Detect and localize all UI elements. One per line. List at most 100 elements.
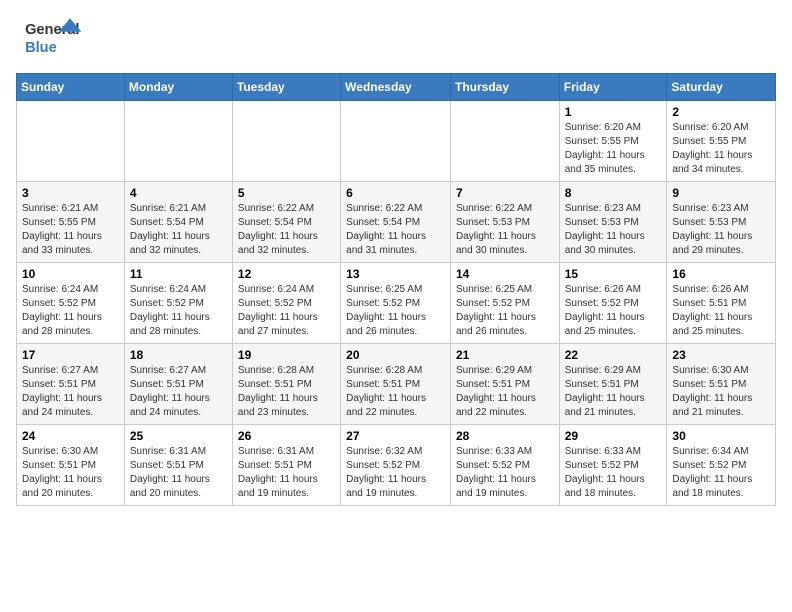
weekday-header-sunday: Sunday [17, 74, 125, 101]
day-info: Sunrise: 6:20 AM Sunset: 5:55 PM Dayligh… [672, 121, 770, 177]
calendar-week-row: 24Sunrise: 6:30 AM Sunset: 5:51 PM Dayli… [17, 425, 776, 506]
logo-icon: General Blue [16, 16, 96, 61]
calendar-cell: 12 Sunrise: 6:24 AM Sunset: 5:52 PM Dayli… [232, 263, 340, 344]
calendar-cell: 15 Sunrise: 6:26 AM Sunset: 5:52 PM Dayli… [559, 263, 667, 344]
calendar-cell: 20 Sunrise: 6:28 AM Sunset: 5:51 PM Dayli… [341, 344, 451, 425]
calendar-cell: 17 Sunrise: 6:27 AM Sunset: 5:51 PM Dayli… [17, 344, 125, 425]
day-info: Sunrise: 6:22 AM Sunset: 5:54 PM Dayligh… [346, 202, 445, 258]
calendar-cell [17, 101, 125, 182]
day-info: Sunrise: 6:27 AM Sunset: 5:51 PM Dayligh… [22, 364, 119, 420]
calendar-cell: 10 Sunrise: 6:24 AM Sunset: 5:52 PM Dayli… [17, 263, 125, 344]
calendar-cell [232, 101, 340, 182]
calendar-week-row: 1 Sunrise: 6:20 AM Sunset: 5:55 PM Daylig… [17, 101, 776, 182]
calendar-cell: 1 Sunrise: 6:20 AM Sunset: 5:55 PM Daylig… [559, 101, 667, 182]
weekday-header-row: SundayMondayTuesdayWednesdayThursdayFrid… [17, 74, 776, 101]
calendar-cell: 22Sunrise: 6:29 AM Sunset: 5:51 PM Dayli… [559, 344, 667, 425]
day-info: Sunrise: 6:26 AM Sunset: 5:52 PM Dayligh… [565, 283, 662, 339]
day-info: Sunrise: 6:33 AM Sunset: 5:52 PM Dayligh… [456, 445, 554, 501]
day-info: Sunrise: 6:22 AM Sunset: 5:54 PM Dayligh… [238, 202, 335, 258]
day-number: 12 [238, 267, 335, 281]
day-info: Sunrise: 6:25 AM Sunset: 5:52 PM Dayligh… [456, 283, 554, 339]
day-info: Sunrise: 6:21 AM Sunset: 5:54 PM Dayligh… [130, 202, 227, 258]
day-number: 28 [456, 429, 554, 443]
day-number: 15 [565, 267, 662, 281]
calendar-cell: 30Sunrise: 6:34 AM Sunset: 5:52 PM Dayli… [667, 425, 776, 506]
calendar-cell: 13 Sunrise: 6:25 AM Sunset: 5:52 PM Dayli… [341, 263, 451, 344]
calendar-cell: 24Sunrise: 6:30 AM Sunset: 5:51 PM Dayli… [17, 425, 125, 506]
calendar-cell: 9Sunrise: 6:23 AM Sunset: 5:53 PM Daylig… [667, 182, 776, 263]
calendar-cell: 18 Sunrise: 6:27 AM Sunset: 5:51 PM Dayli… [124, 344, 232, 425]
day-number: 6 [346, 186, 445, 200]
day-number: 7 [456, 186, 554, 200]
day-number: 26 [238, 429, 335, 443]
calendar-cell: 25 Sunrise: 6:31 AM Sunset: 5:51 PM Dayli… [124, 425, 232, 506]
day-number: 2 [672, 105, 770, 119]
day-info: Sunrise: 6:28 AM Sunset: 5:51 PM Dayligh… [238, 364, 335, 420]
page-header: General Blue [16, 16, 776, 61]
day-info: Sunrise: 6:33 AM Sunset: 5:52 PM Dayligh… [565, 445, 662, 501]
calendar-cell: 6 Sunrise: 6:22 AM Sunset: 5:54 PM Daylig… [341, 182, 451, 263]
day-info: Sunrise: 6:31 AM Sunset: 5:51 PM Dayligh… [130, 445, 227, 501]
day-info: Sunrise: 6:30 AM Sunset: 5:51 PM Dayligh… [22, 445, 119, 501]
day-info: Sunrise: 6:32 AM Sunset: 5:52 PM Dayligh… [346, 445, 445, 501]
weekday-header-thursday: Thursday [450, 74, 559, 101]
calendar-cell: 29Sunrise: 6:33 AM Sunset: 5:52 PM Dayli… [559, 425, 667, 506]
day-info: Sunrise: 6:21 AM Sunset: 5:55 PM Dayligh… [22, 202, 119, 258]
day-number: 22 [565, 348, 662, 362]
calendar-cell [341, 101, 451, 182]
calendar-cell: 8 Sunrise: 6:23 AM Sunset: 5:53 PM Daylig… [559, 182, 667, 263]
calendar-cell [124, 101, 232, 182]
day-number: 25 [130, 429, 227, 443]
calendar-cell: 26 Sunrise: 6:31 AM Sunset: 5:51 PM Dayli… [232, 425, 340, 506]
day-info: Sunrise: 6:25 AM Sunset: 5:52 PM Dayligh… [346, 283, 445, 339]
calendar-cell: 16Sunrise: 6:26 AM Sunset: 5:51 PM Dayli… [667, 263, 776, 344]
calendar-cell: 21 Sunrise: 6:29 AM Sunset: 5:51 PM Dayli… [450, 344, 559, 425]
calendar-cell: 3Sunrise: 6:21 AM Sunset: 5:55 PM Daylig… [17, 182, 125, 263]
day-number: 13 [346, 267, 445, 281]
calendar-cell: 14 Sunrise: 6:25 AM Sunset: 5:52 PM Dayli… [450, 263, 559, 344]
calendar-cell: 28 Sunrise: 6:33 AM Sunset: 5:52 PM Dayli… [450, 425, 559, 506]
day-info: Sunrise: 6:31 AM Sunset: 5:51 PM Dayligh… [238, 445, 335, 501]
day-info: Sunrise: 6:28 AM Sunset: 5:51 PM Dayligh… [346, 364, 445, 420]
weekday-header-wednesday: Wednesday [341, 74, 451, 101]
weekday-header-tuesday: Tuesday [232, 74, 340, 101]
day-number: 11 [130, 267, 227, 281]
day-number: 19 [238, 348, 335, 362]
calendar-cell: 19 Sunrise: 6:28 AM Sunset: 5:51 PM Dayli… [232, 344, 340, 425]
day-number: 20 [346, 348, 445, 362]
day-number: 10 [22, 267, 119, 281]
day-info: Sunrise: 6:24 AM Sunset: 5:52 PM Dayligh… [238, 283, 335, 339]
calendar-cell: 27 Sunrise: 6:32 AM Sunset: 5:52 PM Dayli… [341, 425, 451, 506]
svg-text:Blue: Blue [25, 40, 57, 56]
day-number: 21 [456, 348, 554, 362]
calendar-table: SundayMondayTuesdayWednesdayThursdayFrid… [16, 73, 776, 506]
day-number: 23 [672, 348, 770, 362]
day-info: Sunrise: 6:26 AM Sunset: 5:51 PM Dayligh… [672, 283, 770, 339]
day-info: Sunrise: 6:27 AM Sunset: 5:51 PM Dayligh… [130, 364, 227, 420]
day-number: 4 [130, 186, 227, 200]
day-number: 9 [672, 186, 770, 200]
day-number: 27 [346, 429, 445, 443]
day-info: Sunrise: 6:30 AM Sunset: 5:51 PM Dayligh… [672, 364, 770, 420]
day-number: 30 [672, 429, 770, 443]
day-number: 18 [130, 348, 227, 362]
calendar-cell: 7 Sunrise: 6:22 AM Sunset: 5:53 PM Daylig… [450, 182, 559, 263]
day-info: Sunrise: 6:23 AM Sunset: 5:53 PM Dayligh… [565, 202, 662, 258]
day-info: Sunrise: 6:22 AM Sunset: 5:53 PM Dayligh… [456, 202, 554, 258]
day-info: Sunrise: 6:24 AM Sunset: 5:52 PM Dayligh… [22, 283, 119, 339]
weekday-header-monday: Monday [124, 74, 232, 101]
day-number: 1 [565, 105, 662, 119]
calendar-cell: 4 Sunrise: 6:21 AM Sunset: 5:54 PM Daylig… [124, 182, 232, 263]
day-number: 8 [565, 186, 662, 200]
weekday-header-friday: Friday [559, 74, 667, 101]
day-number: 14 [456, 267, 554, 281]
weekday-header-saturday: Saturday [667, 74, 776, 101]
calendar-week-row: 17 Sunrise: 6:27 AM Sunset: 5:51 PM Dayli… [17, 344, 776, 425]
day-number: 17 [22, 348, 119, 362]
calendar-week-row: 3Sunrise: 6:21 AM Sunset: 5:55 PM Daylig… [17, 182, 776, 263]
day-info: Sunrise: 6:29 AM Sunset: 5:51 PM Dayligh… [456, 364, 554, 420]
calendar-cell: 11Sunrise: 6:24 AM Sunset: 5:52 PM Dayli… [124, 263, 232, 344]
day-info: Sunrise: 6:20 AM Sunset: 5:55 PM Dayligh… [565, 121, 662, 177]
day-number: 5 [238, 186, 335, 200]
calendar-cell [450, 101, 559, 182]
